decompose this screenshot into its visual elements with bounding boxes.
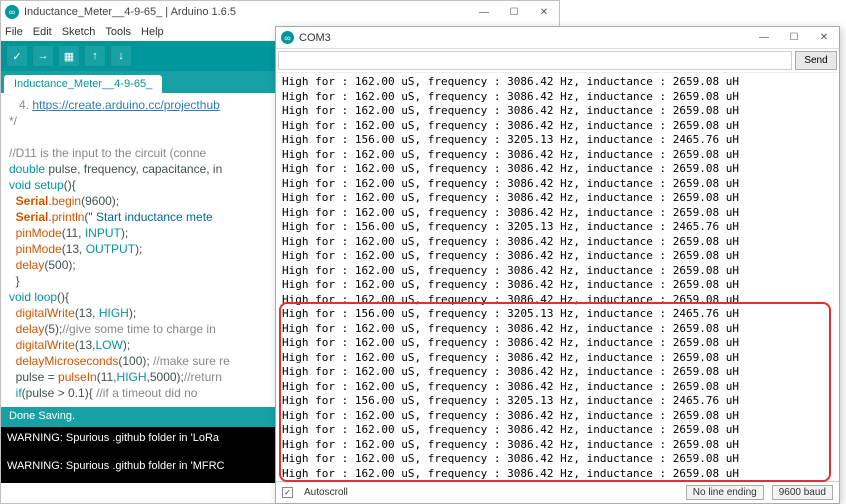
maximize-button[interactable]: ☐ <box>779 29 809 47</box>
serial-output[interactable]: High for : 162.00 uS, frequency : 3086.4… <box>276 73 839 481</box>
line-ending-select[interactable]: No line ending <box>686 485 764 500</box>
save-button[interactable]: ↓ <box>110 45 132 67</box>
autoscroll-checkbox[interactable]: ✓ <box>282 487 293 498</box>
upload-button[interactable]: → <box>32 45 54 67</box>
minimize-button[interactable]: — <box>749 29 779 47</box>
baud-select[interactable]: 9600 baud <box>772 485 833 500</box>
sketch-tab[interactable]: Inductance_Meter__4-9-65_ <box>4 75 162 93</box>
menu-sketch[interactable]: Sketch <box>62 26 96 38</box>
serial-titlebar[interactable]: COM3 — ☐ ✕ <box>276 27 839 49</box>
serial-window-title: COM3 <box>299 32 331 44</box>
serial-send-bar: Send <box>276 49 839 73</box>
verify-button[interactable]: ✓ <box>6 45 28 67</box>
menu-file[interactable]: File <box>5 26 23 38</box>
serial-input[interactable] <box>278 51 792 70</box>
autoscroll-label: Autoscroll <box>304 487 348 498</box>
arduino-icon <box>281 31 294 44</box>
serial-footer: ✓ Autoscroll No line ending 9600 baud <box>276 481 839 503</box>
serial-monitor-window: COM3 — ☐ ✕ Send High for : 162.00 uS, fr… <box>275 26 840 504</box>
arduino-icon <box>5 5 19 19</box>
menu-tools[interactable]: Tools <box>105 26 131 38</box>
menu-help[interactable]: Help <box>141 26 164 38</box>
minimize-button[interactable]: — <box>469 2 499 22</box>
ide-titlebar[interactable]: Inductance_Meter__4-9-65_ | Arduino 1.6.… <box>1 1 559 23</box>
maximize-button[interactable]: ☐ <box>499 2 529 22</box>
menu-edit[interactable]: Edit <box>33 26 52 38</box>
new-button[interactable]: ▦ <box>58 45 80 67</box>
ide-window-title: Inductance_Meter__4-9-65_ | Arduino 1.6.… <box>24 6 236 18</box>
send-button[interactable]: Send <box>795 51 837 70</box>
close-button[interactable]: ✕ <box>809 29 839 47</box>
open-button[interactable]: ↑ <box>84 45 106 67</box>
close-button[interactable]: ✕ <box>529 2 559 22</box>
